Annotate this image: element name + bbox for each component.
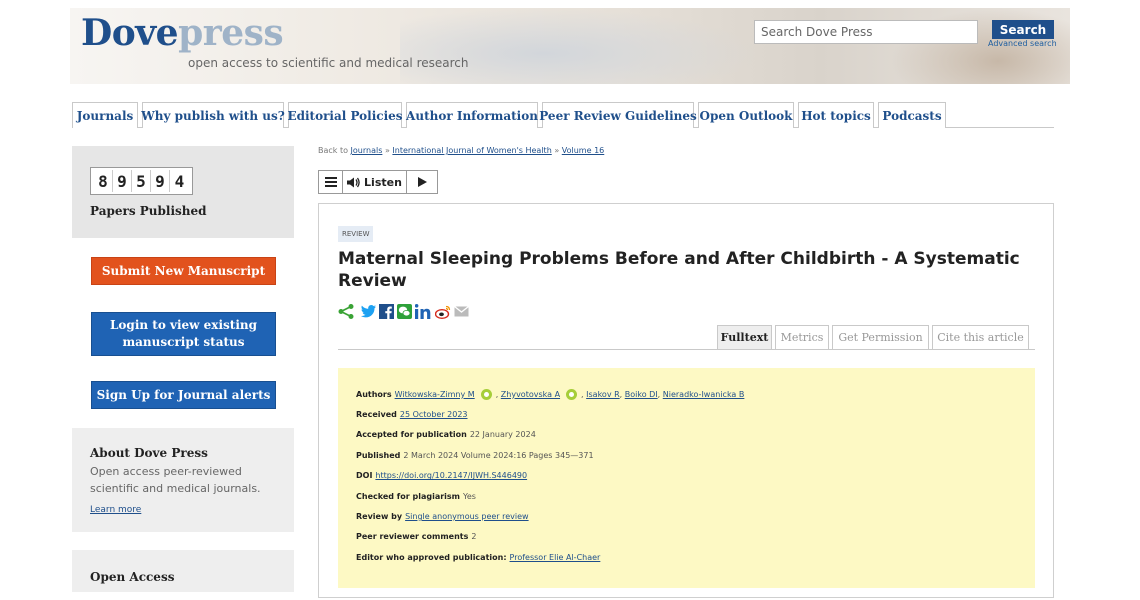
weibo-icon[interactable] [435,305,451,319]
share-bar [338,304,469,319]
editor-link[interactable]: Professor Elie Al-Chaer [510,553,601,562]
tab-get-permission[interactable]: Get Permission [832,325,929,349]
share-icon[interactable] [338,304,354,319]
wechat-icon[interactable] [397,304,412,319]
logo-text-press: press [178,12,284,54]
email-icon[interactable] [454,306,469,317]
search-button[interactable]: Search [992,20,1054,39]
nav-tab-why-publish[interactable]: Why publish with us? [141,102,285,128]
site-header: Dovepress open access to scientific and … [70,8,1070,84]
header-photo [400,8,760,84]
article-type-badge: REVIEW [338,226,374,242]
site-tagline: open access to scientific and medical re… [188,56,469,70]
meta-editor-label: Editor who approved publication: [356,552,507,562]
meta-doi: DOI https://doi.org/10.2147/IJWH.S446490 [356,466,1017,486]
open-access-box: Open Access [72,550,294,592]
counter-digit: 5 [132,170,151,192]
breadcrumb: Back to Journals » International Journal… [318,146,604,155]
article-tabs: Fulltext Metrics Get Permission Cite thi… [717,325,1029,349]
about-dove-press-box: About Dove Press Open access peer-review… [72,428,294,532]
listen-toolbar: Listen [318,170,438,194]
meta-authors-label: Authors [356,389,392,399]
submit-manuscript-button[interactable]: Submit New Manuscript [91,257,276,285]
about-title: About Dove Press [90,446,208,460]
papers-published-label: Papers Published [90,204,207,218]
author-link[interactable]: Witkowska-Zimny M [395,390,475,399]
menu-icon[interactable] [319,171,343,193]
breadcrumb-volume[interactable]: Volume 16 [562,146,604,155]
meta-plagiarism-label: Checked for plagiarism [356,491,461,501]
breadcrumb-journal-name[interactable]: International Journal of Women's Health [392,146,551,155]
play-icon[interactable] [407,171,437,193]
meta-accepted-label: Accepted for publication [356,430,467,440]
author-link[interactable]: Isakov R [586,390,620,399]
about-text: Open access peer-reviewed scientific and… [90,465,261,495]
learn-more-link[interactable]: Learn more [90,505,141,515]
facebook-icon[interactable] [379,304,394,319]
counter-digit: 4 [174,171,185,191]
meta-published-value: 2 March 2024 Volume 2024:16 Pages 345—37… [403,450,594,460]
listen-label: Listen [364,175,402,189]
meta-published-label: Published [356,450,401,460]
article-panel: REVIEW Maternal Sleeping Problems Before… [318,203,1054,598]
nav-tab-journals[interactable]: Journals [72,102,138,128]
linkedin-icon[interactable] [415,304,432,319]
listen-button[interactable]: Listen [343,171,407,193]
tab-cite-article[interactable]: Cite this article [932,325,1029,349]
meta-received-label: Received [356,410,397,420]
tab-divider [338,349,1035,350]
meta-editor: Editor who approved publication: Profess… [356,547,1017,567]
meta-review-label: Review by [356,512,403,522]
meta-doi-label: DOI [356,471,373,481]
logo-text-dove: Dove [81,12,179,54]
tab-metrics[interactable]: Metrics [775,325,829,349]
journal-alerts-signup-button[interactable]: Sign Up for Journal alerts [91,381,276,409]
nav-tab-podcasts[interactable]: Podcasts [878,102,946,128]
advanced-search-link[interactable]: Advanced search [988,39,1057,48]
site-logo[interactable]: Dovepress [81,12,284,54]
meta-comments-value: 2 [471,532,477,542]
nav-tab-hot-topics[interactable]: Hot topics [798,102,874,128]
orcid-icon[interactable] [480,388,492,400]
open-access-title: Open Access [90,570,175,584]
counter-digit: 9 [113,170,132,192]
meta-authors: Authors Witkowska-Zimny M , Zhyvotovska … [356,388,745,400]
meta-review: Review by Single anonymous peer review [356,506,1017,526]
nav-tab-peer-review-guidelines[interactable]: Peer Review Guidelines [539,102,697,128]
meta-plagiarism-value: Yes [463,491,476,501]
meta-accepted: Accepted for publication 22 January 2024 [356,425,1017,445]
orcid-icon[interactable] [566,388,578,400]
article-title: Maternal Sleeping Problems Before and Af… [338,249,1020,291]
breadcrumb-separator: » [384,146,390,155]
breadcrumb-prefix: Back to [318,146,348,155]
tab-fulltext[interactable]: Fulltext [717,325,772,349]
breadcrumb-journals[interactable]: Journals [351,146,383,155]
counter-digit: 9 [151,170,170,192]
speaker-icon [347,177,360,187]
article-meta-box: Authors Witkowska-Zimny M , Zhyvotovska … [338,368,1035,588]
author-link[interactable]: Zhyvotovska A [501,390,560,399]
login-manuscript-status-button[interactable]: Login to view existing manuscript status [91,312,276,356]
search-input[interactable] [754,20,978,44]
meta-received: Received 25 October 2023 [356,404,1017,424]
breadcrumb-separator: » [554,146,560,155]
review-type-link[interactable]: Single anonymous peer review [405,512,529,521]
nav-tab-open-outlook[interactable]: Open Outlook [698,102,794,128]
meta-plagiarism: Checked for plagiarism Yes [356,486,1017,506]
doi-link[interactable]: https://doi.org/10.2147/IJWH.S446490 [375,471,527,480]
meta-comments: Peer reviewer comments 2 [356,527,1017,547]
papers-counter: 8 9 5 9 4 [90,167,193,195]
meta-comments-label: Peer reviewer comments [356,532,469,542]
papers-counter-box: 8 9 5 9 4 Papers Published [72,146,294,238]
author-link[interactable]: Nieradko-Iwanicka B [663,390,745,399]
main-nav: Journals Why publish with us? Editorial … [72,102,1054,128]
author-link[interactable]: Boiko DI [625,390,658,399]
nav-tab-editorial-policies[interactable]: Editorial Policies [287,102,403,128]
nav-tab-author-information[interactable]: Author Information [406,102,538,128]
counter-digit: 8 [94,170,113,192]
meta-accepted-value: 22 January 2024 [469,430,536,440]
meta-received-value[interactable]: 25 October 2023 [400,410,468,419]
twitter-icon[interactable] [361,305,376,318]
meta-published: Published 2 March 2024 Volume 2024:16 Pa… [356,445,1017,465]
